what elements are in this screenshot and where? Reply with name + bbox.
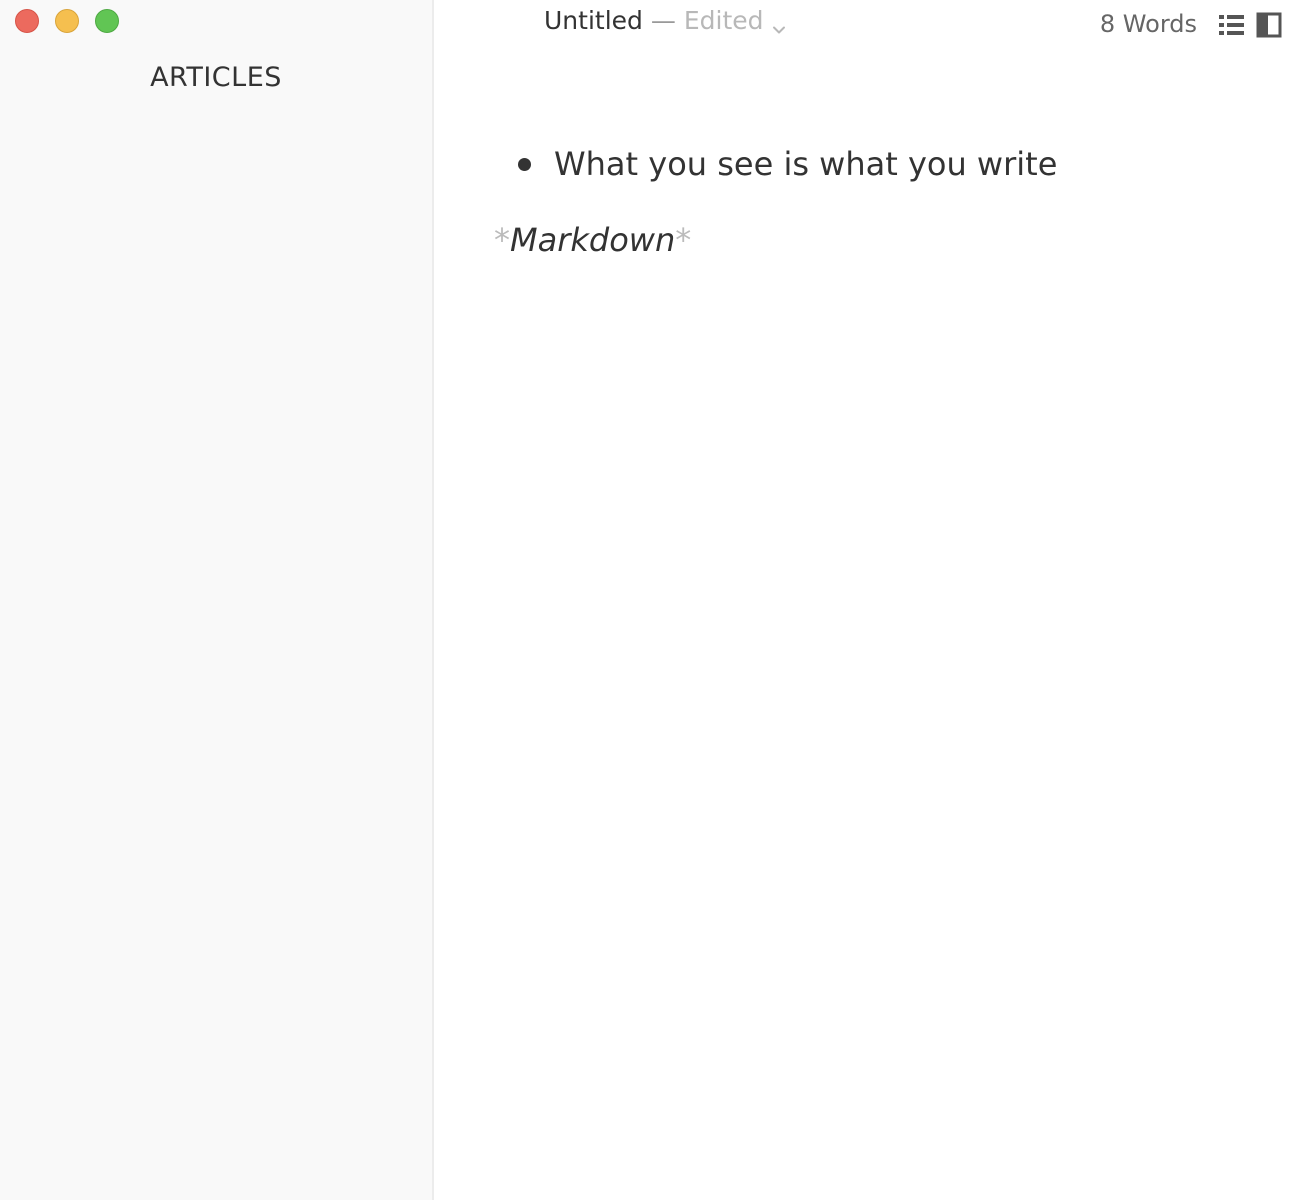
toggle-sidebar-icon[interactable]	[1256, 12, 1284, 38]
minimize-window-button[interactable]	[55, 9, 79, 33]
document-name: Untitled	[544, 6, 643, 35]
emphasis-close-marker: *	[675, 221, 692, 259]
list-item[interactable]: What you see is what you write	[514, 142, 1057, 186]
sidebar-title: ARTICLES	[150, 62, 282, 93]
chevron-down-icon[interactable]	[772, 14, 786, 33]
outline-list-icon[interactable]	[1218, 12, 1246, 38]
document-title-menu[interactable]: Untitled — Edited	[544, 6, 786, 35]
emphasis-open-marker: *	[494, 221, 510, 259]
emphasis-text: Markdown	[510, 221, 676, 259]
word-count[interactable]: 8 Words	[1100, 10, 1197, 38]
markdown-paragraph[interactable]: *Markdown*	[494, 218, 691, 262]
bullet-icon	[518, 158, 531, 171]
close-window-button[interactable]	[15, 9, 39, 33]
editor[interactable]: What you see is what you write *Markdown…	[434, 50, 1300, 1200]
edit-status: Edited	[683, 6, 764, 35]
bullet-list: What you see is what you write	[514, 142, 1057, 186]
title-separator: —	[650, 6, 676, 35]
sidebar: ARTICLES	[0, 0, 434, 1200]
title-bar: Untitled — Edited 8 Words	[434, 0, 1300, 50]
window-controls	[15, 9, 119, 33]
zoom-window-button[interactable]	[95, 9, 119, 33]
list-item-text: What you see is what you write	[554, 145, 1058, 183]
app-window: ARTICLES Untitled — Edited 8 Words What …	[0, 0, 1300, 1200]
